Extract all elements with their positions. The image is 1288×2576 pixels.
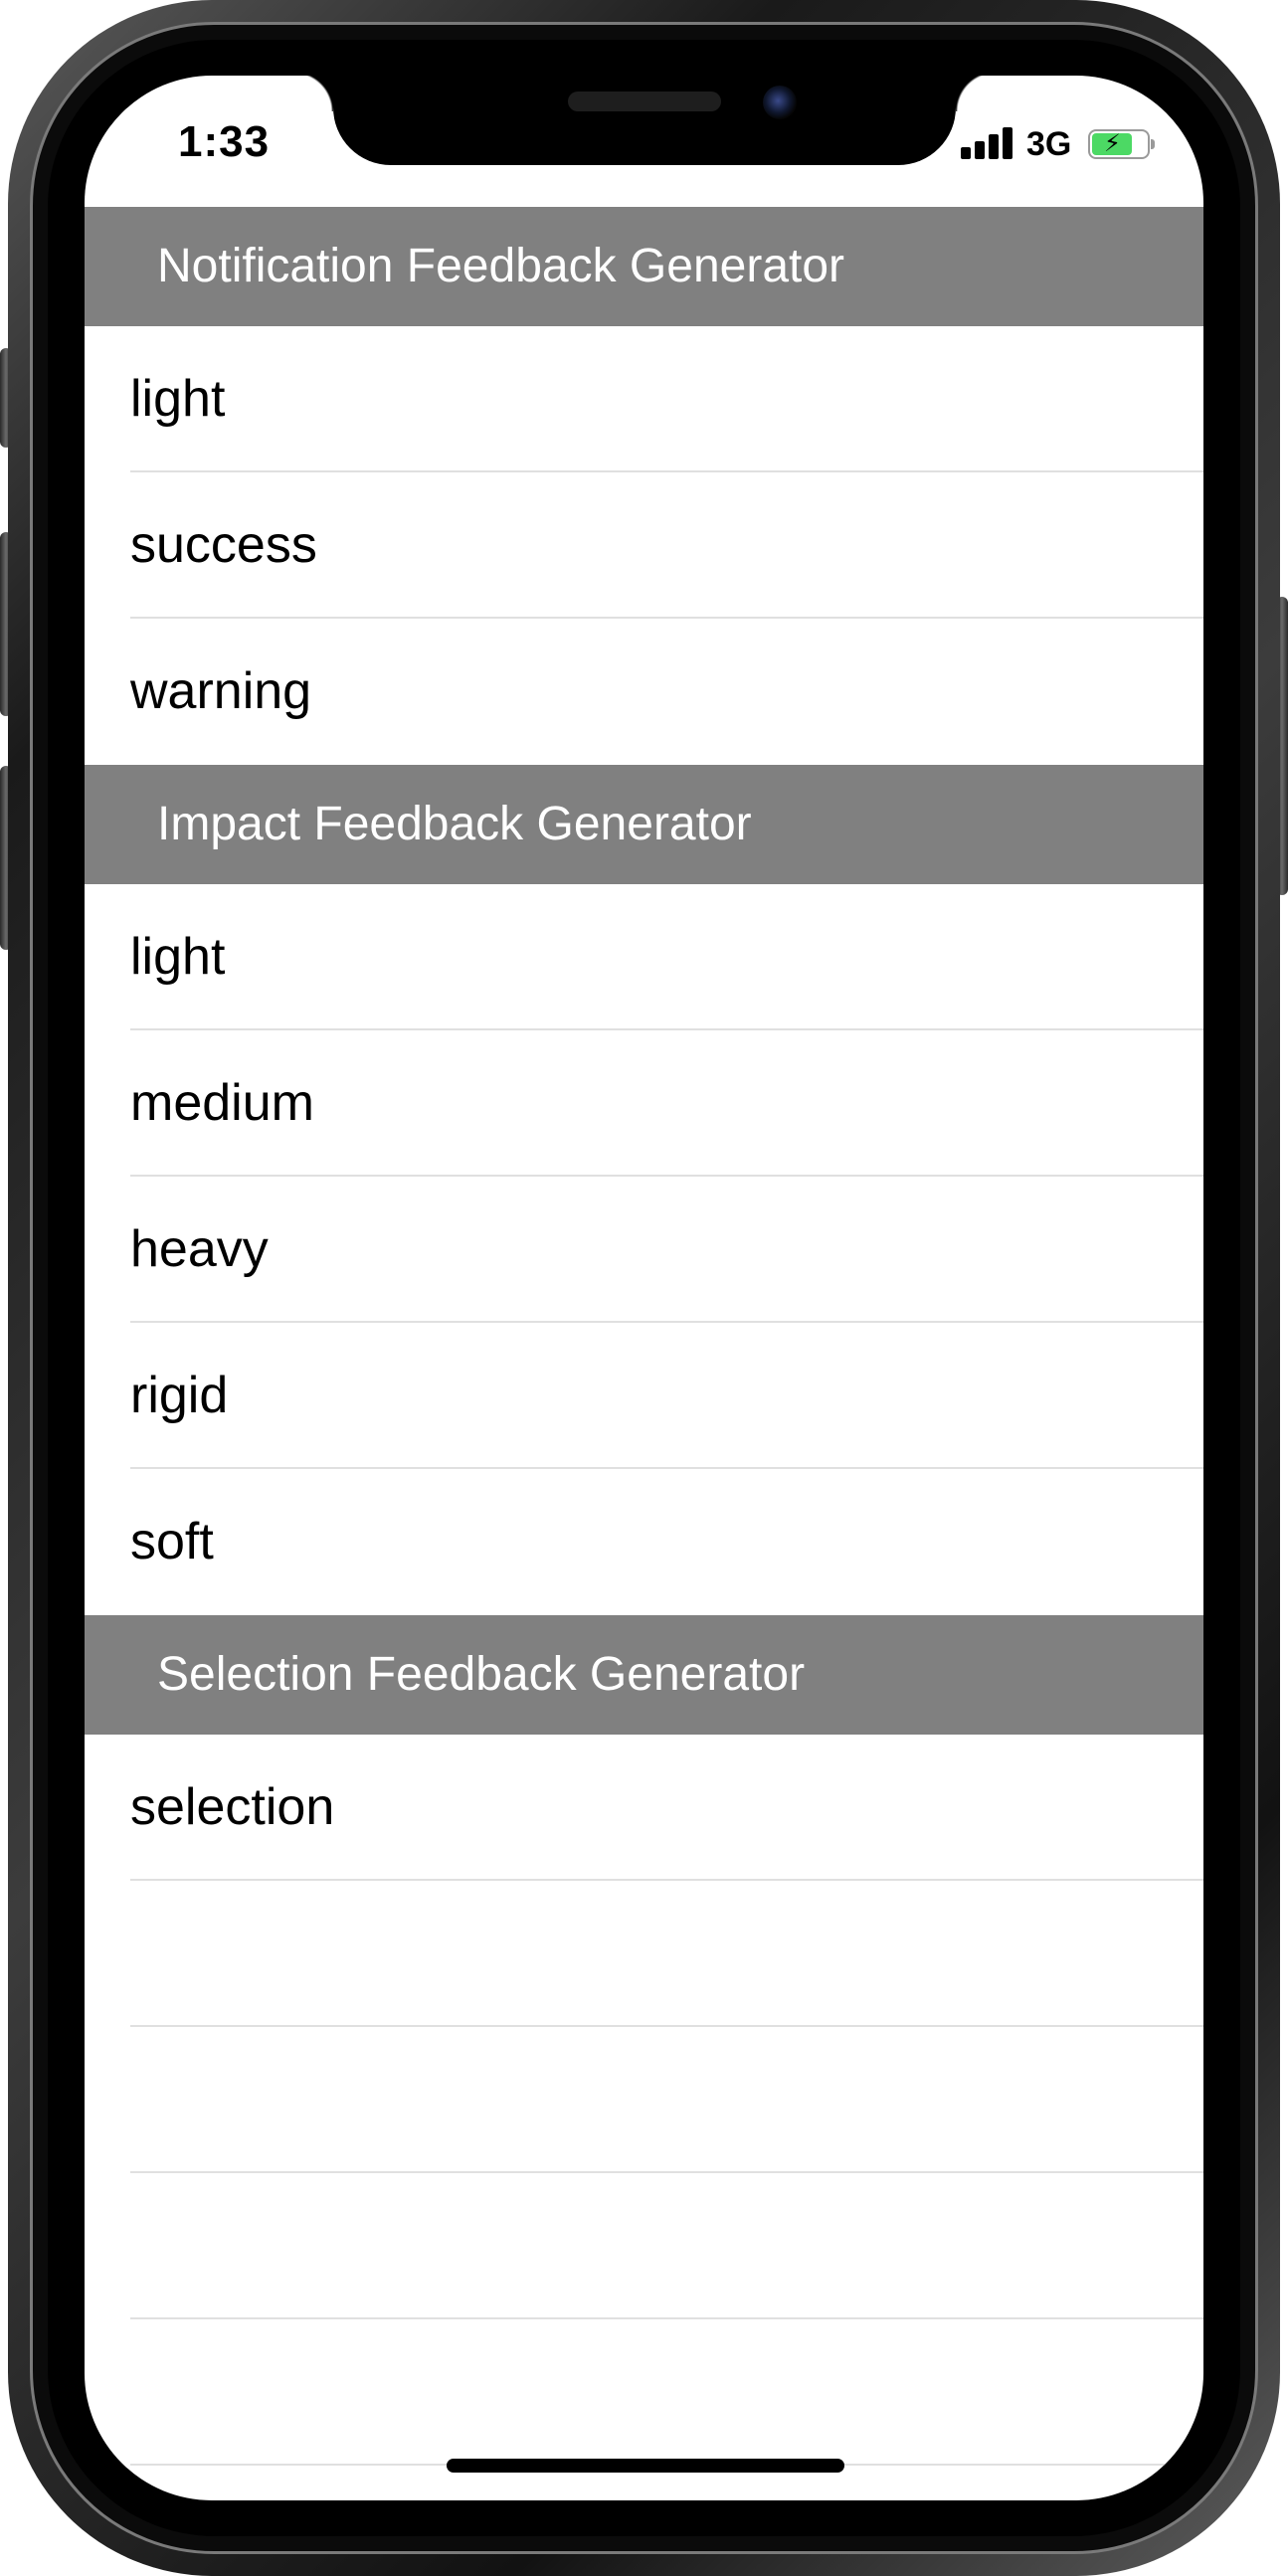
row-label: warning xyxy=(130,662,312,720)
row-label: heavy xyxy=(130,1220,269,1278)
table-row[interactable]: success xyxy=(85,472,1203,619)
row-label: selection xyxy=(130,1778,335,1836)
signal-bar xyxy=(1003,127,1012,159)
home-indicator[interactable] xyxy=(447,2459,844,2473)
signal-bar xyxy=(989,134,999,159)
cellular-signal-icon xyxy=(961,127,1014,159)
empty-table-row xyxy=(85,2319,1203,2466)
table-row[interactable]: soft xyxy=(85,1469,1203,1615)
section-header-notification: Notification Feedback Generator xyxy=(85,207,1203,326)
battery-tip xyxy=(1151,139,1155,149)
row-label: light xyxy=(130,370,226,428)
empty-table-row xyxy=(85,1881,1203,2027)
row-label: rigid xyxy=(130,1367,229,1424)
row-label: soft xyxy=(130,1513,214,1570)
empty-table-row xyxy=(85,2173,1203,2319)
feedback-table[interactable]: Notification Feedback Generator light su… xyxy=(85,207,1203,2466)
table-row[interactable]: light xyxy=(85,326,1203,472)
front-camera xyxy=(763,86,797,119)
table-row[interactable]: selection xyxy=(85,1735,1203,1881)
empty-table-row xyxy=(85,2027,1203,2173)
table-row[interactable]: rigid xyxy=(85,1323,1203,1469)
status-time: 1:33 xyxy=(178,117,271,166)
table-row[interactable]: light xyxy=(85,884,1203,1030)
charging-bolt-icon: ⚡ xyxy=(1104,130,1121,157)
notch xyxy=(293,76,996,165)
row-label: success xyxy=(130,516,317,574)
signal-bar xyxy=(975,141,985,159)
screen: 1:33 3G ⚡ Notification Feedback Generato… xyxy=(85,76,1203,2500)
section-header-impact: Impact Feedback Generator xyxy=(85,765,1203,884)
earpiece-speaker xyxy=(568,92,721,111)
battery-icon: ⚡ xyxy=(1088,129,1155,159)
table-row[interactable]: medium xyxy=(85,1030,1203,1177)
row-label: medium xyxy=(130,1074,314,1132)
network-type-label: 3G xyxy=(1026,125,1072,163)
table-row[interactable]: heavy xyxy=(85,1177,1203,1323)
table-row[interactable]: warning xyxy=(85,619,1203,765)
signal-bar xyxy=(961,147,971,159)
row-label: light xyxy=(130,928,226,986)
section-header-selection: Selection Feedback Generator xyxy=(85,1615,1203,1735)
